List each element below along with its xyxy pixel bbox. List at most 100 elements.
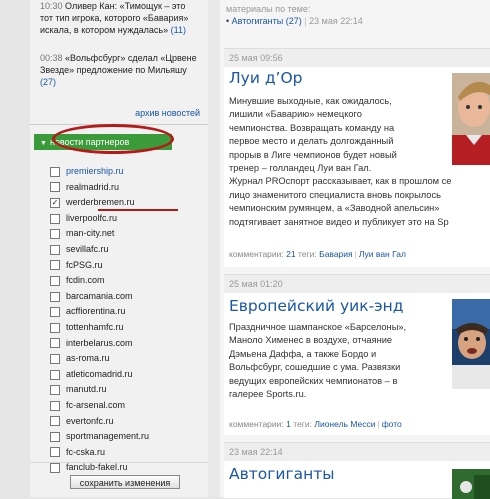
comment-count[interactable]: (27) — [40, 77, 56, 87]
comments-count[interactable]: 21 — [286, 249, 295, 259]
partner-row[interactable]: tottenhamfc.ru — [50, 320, 200, 336]
article-line: лицо знаменитого специалиста вновь покры… — [229, 189, 441, 200]
checkbox[interactable] — [50, 338, 60, 349]
article-title[interactable]: Европейский уик-энд — [229, 297, 404, 315]
column-gutter — [208, 0, 220, 497]
related-count[interactable]: (27) — [286, 16, 302, 26]
checkbox[interactable] — [50, 369, 60, 380]
partner-row[interactable]: evertonfc.ru — [50, 414, 200, 430]
partner-row[interactable]: premiership.ru — [50, 164, 200, 180]
partner-name[interactable]: atleticomadrid.ru — [66, 369, 133, 379]
partner-row[interactable]: realmadrid.ru — [50, 180, 200, 196]
news-text[interactable]: искала, в котором нуждалась» — [40, 25, 168, 35]
article-date: 23 мая 22:14 — [224, 443, 490, 461]
checkbox[interactable] — [50, 431, 60, 442]
checkbox[interactable] — [50, 229, 60, 240]
partner-name[interactable]: as-roma.ru — [66, 353, 110, 363]
checkbox[interactable] — [50, 260, 60, 271]
checkbox[interactable] — [50, 322, 60, 333]
separator: | — [304, 16, 307, 26]
partner-row[interactable]: manutd.ru — [50, 382, 200, 398]
partner-name[interactable]: realmadrid.ru — [66, 182, 119, 192]
article-date: 25 мая 09:56 — [224, 49, 490, 67]
partner-name[interactable]: man-city.net — [66, 228, 114, 238]
article-photo[interactable] — [452, 299, 490, 389]
partner-row[interactable]: fc-cska.ru — [50, 445, 200, 461]
article-line: Праздничное шампанское «Барселоны», — [229, 322, 407, 332]
checkbox[interactable] — [50, 447, 60, 458]
tag-link[interactable]: Бавария — [319, 249, 353, 259]
checkbox[interactable] — [50, 353, 60, 364]
article-line: подтягивает занятное видео и публикует э… — [229, 216, 449, 227]
partner-row[interactable]: as-roma.ru — [50, 351, 200, 367]
partner-row[interactable]: sportmanagement.ru — [50, 429, 200, 445]
checkbox[interactable] — [50, 385, 60, 396]
partner-name[interactable]: fcPSG.ru — [66, 260, 103, 270]
partner-name[interactable]: liverpoolfc.ru — [66, 213, 117, 223]
comments-label: комментарии: — [229, 249, 284, 259]
tag-link[interactable]: Луи ван Гал — [359, 249, 406, 259]
news-archive-link[interactable]: архив новостей — [135, 108, 200, 118]
checkbox[interactable] — [50, 400, 60, 411]
article-title[interactable]: Автогиганты — [229, 465, 335, 483]
article-photo[interactable] — [452, 73, 490, 165]
partner-name[interactable]: evertonfc.ru — [66, 416, 114, 426]
checkbox[interactable] — [50, 182, 60, 193]
tags-label: теги: — [297, 249, 317, 259]
article-line: чемпионства. Возвращать команду на — [229, 122, 395, 133]
related-date: 23 мая 22:14 — [309, 16, 363, 26]
checkbox[interactable] — [50, 244, 60, 255]
partner-name[interactable]: fcdin.com — [66, 275, 105, 285]
partner-name[interactable]: fanclub-fakel.ru — [66, 462, 128, 472]
news-item[interactable]: 10:30 Оливер Кан: «Тимощук – это тот тип… — [40, 0, 200, 36]
related-link[interactable]: Автогиганты — [232, 16, 284, 26]
checkbox-checked[interactable]: ✓ — [50, 197, 60, 208]
tag-link[interactable]: Лионель Месси — [314, 419, 375, 429]
partner-name[interactable]: fc-arsenal.com — [66, 400, 125, 410]
partner-name[interactable]: interbelarus.com — [66, 338, 133, 348]
checkbox[interactable] — [50, 463, 60, 474]
news-item[interactable]: 00:38 «Вольфсбург» сделал «Црвене Звезде… — [40, 52, 200, 88]
partner-row[interactable]: man-city.net — [50, 226, 200, 242]
partner-row[interactable]: fcPSG.ru — [50, 258, 200, 274]
checkbox[interactable] — [50, 213, 60, 224]
partner-name[interactable]: manutd.ru — [66, 384, 107, 394]
partner-name[interactable]: acffiorentina.ru — [66, 306, 125, 316]
news-text[interactable]: тот тип игрока, которого «Бавария» — [40, 12, 200, 24]
partner-row[interactable]: fcdin.com — [50, 273, 200, 289]
article-line: тренер – голландец Луи ван Гал. — [229, 163, 372, 174]
comment-count[interactable]: (11) — [171, 25, 186, 35]
comments-count[interactable]: 1 — [286, 419, 291, 429]
news-text[interactable]: Оливер Кан: «Тимощук – это — [65, 1, 185, 11]
partner-name[interactable]: barcamania.com — [66, 291, 133, 301]
article-line: Вольфсбург, сошедшие с ума. Развязки — [229, 362, 401, 373]
partner-row[interactable]: acffiorentina.ru — [50, 304, 200, 320]
article-meta: комментарии: 1 теги: Лионель Месси | фото — [229, 419, 402, 429]
partner-row[interactable]: atleticomadrid.ru — [50, 367, 200, 383]
checkbox[interactable] — [50, 307, 60, 318]
news-text[interactable]: Звезде» предложение по Мильяшу — [40, 64, 200, 76]
partner-row[interactable]: fc-arsenal.com — [50, 398, 200, 414]
partner-name[interactable]: sportmanagement.ru — [66, 431, 149, 441]
article-photo[interactable] — [452, 469, 490, 499]
partner-row[interactable]: liverpoolfc.ru — [50, 211, 200, 227]
partner-row[interactable]: barcamania.com — [50, 289, 200, 305]
partner-row[interactable]: interbelarus.com — [50, 336, 200, 352]
partner-row[interactable]: sevillafc.ru — [50, 242, 200, 258]
partner-name[interactable]: fc-cska.ru — [66, 447, 105, 457]
partner-name[interactable]: werderbremen.ru — [66, 197, 135, 207]
partner-name[interactable]: sevillafc.ru — [66, 244, 109, 254]
checkbox[interactable] — [50, 291, 60, 302]
news-text[interactable]: «Вольфсбург» сделал «Црвене — [65, 53, 197, 63]
article-meta: комментарии: 21 теги: Бавария | Луи ван Га… — [229, 249, 406, 259]
save-changes-button[interactable]: сохранить изменения — [70, 475, 180, 489]
checkbox[interactable] — [50, 416, 60, 427]
partner-name[interactable]: premiership.ru — [66, 166, 124, 176]
tag-link[interactable]: фото — [382, 419, 402, 429]
checkbox[interactable] — [50, 166, 60, 177]
checkbox[interactable] — [50, 275, 60, 286]
partner-name[interactable]: tottenhamfc.ru — [66, 322, 124, 332]
article-title[interactable]: Луи д’Ор — [229, 69, 303, 87]
annotation-oval — [52, 124, 174, 154]
article-line: Минувшие выходные, как ожидалось, — [229, 96, 392, 106]
